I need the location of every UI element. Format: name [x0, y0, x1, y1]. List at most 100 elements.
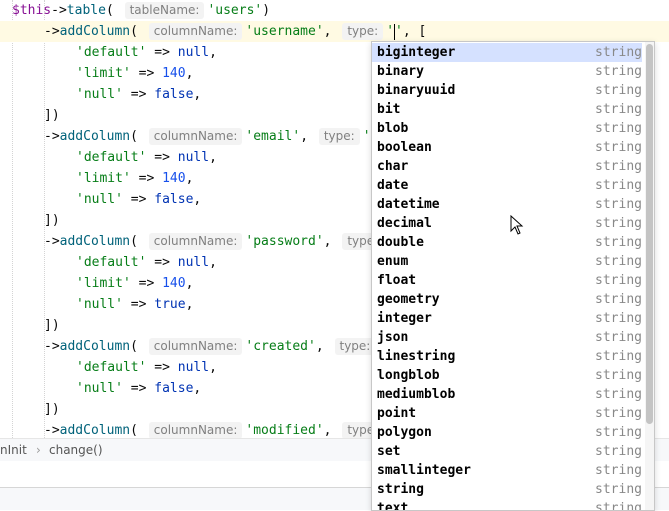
code-token: $this: [12, 3, 52, 18]
completion-item-type: string: [595, 463, 642, 478]
code-token: 140: [162, 66, 186, 81]
code-line[interactable]: ->addColumn( columnName:'username', type…: [0, 21, 669, 42]
code-token: table: [66, 3, 106, 18]
code-token: 'null': [76, 297, 123, 312]
code-token: =>: [130, 171, 163, 186]
completion-item[interactable]: decimal string: [372, 214, 642, 233]
parameter-hint: columnName:: [148, 128, 243, 145]
completion-item-type: string: [595, 444, 642, 459]
completion-item-name: biginteger: [377, 45, 456, 60]
code-token: ,: [209, 45, 217, 60]
completion-item-name: set: [377, 444, 401, 459]
completion-item-name: string: [377, 482, 424, 497]
code-line-content: 'null' => false,: [76, 84, 201, 105]
completion-item[interactable]: date string: [372, 176, 642, 195]
completion-item[interactable]: integer string: [372, 309, 642, 328]
completion-item[interactable]: polygon string: [372, 423, 642, 442]
completion-item-name: datetime: [377, 197, 440, 212]
completion-item-type: string: [595, 178, 642, 193]
code-token: ,: [193, 381, 202, 396]
completion-item-type: string: [595, 83, 642, 98]
breadcrumb-item-method[interactable]: change(): [49, 439, 103, 461]
code-token: true: [154, 297, 186, 312]
code-token: 'default': [76, 45, 147, 60]
code-token: 'username': [245, 24, 324, 39]
completion-item-name: json: [377, 330, 409, 345]
completion-scrollbar[interactable]: [645, 42, 654, 510]
code-token: ,: [185, 276, 194, 291]
completion-item-type: string: [595, 349, 642, 364]
completion-scroll-thumb[interactable]: [646, 44, 653, 424]
code-token: false: [154, 192, 194, 207]
code-token: ': [395, 24, 403, 39]
completion-item[interactable]: mediumblob string: [372, 385, 642, 404]
completion-item[interactable]: text string: [372, 499, 642, 511]
code-token: null: [177, 255, 210, 270]
arrow-cursor-icon: [510, 215, 524, 235]
completion-item[interactable]: linestring string: [372, 347, 642, 366]
completion-item-name: linestring: [377, 349, 456, 364]
completion-item-type: string: [595, 501, 642, 511]
completion-item[interactable]: bit string: [372, 100, 642, 119]
completion-item-name: binaryuuid: [377, 83, 456, 98]
code-line-content: 'limit' => 140,: [76, 63, 193, 84]
completion-item-type: string: [595, 121, 642, 136]
code-token: ,: [185, 171, 194, 186]
completion-item-name: point: [377, 406, 417, 421]
completion-item[interactable]: char string: [372, 157, 642, 176]
completion-item-name: bit: [377, 102, 401, 117]
completion-item-type: string: [595, 330, 642, 345]
completion-item[interactable]: binaryuuid string: [372, 81, 642, 100]
breadcrumb-item-class[interactable]: nInit: [0, 439, 27, 461]
completion-item-type: string: [595, 311, 642, 326]
completion-item-name: char: [377, 159, 409, 174]
parameter-hint: columnName:: [148, 233, 243, 250]
code-line-content: ->addColumn( columnName:'username', type…: [44, 21, 426, 42]
code-token: =>: [130, 66, 163, 81]
code-token: (: [130, 129, 146, 144]
completion-item-name: smallinteger: [377, 463, 471, 478]
completion-item[interactable]: geometry string: [372, 290, 642, 309]
code-token: ,: [193, 192, 202, 207]
completion-item-type: string: [595, 387, 642, 402]
code-token: 'default': [76, 150, 147, 165]
code-token: 'default': [76, 360, 147, 375]
code-token: =>: [122, 297, 155, 312]
completion-item[interactable]: binary string: [372, 62, 642, 81]
completion-item-type: string: [595, 254, 642, 269]
completion-item[interactable]: boolean string: [372, 138, 642, 157]
code-token: null: [177, 150, 210, 165]
completion-popup[interactable]: biginteger string binary string binaryuuid st…: [371, 41, 655, 511]
code-token: ,: [185, 297, 194, 312]
completion-item[interactable]: float string: [372, 271, 642, 290]
completion-item[interactable]: string string: [372, 480, 642, 499]
completion-item[interactable]: datetime string: [372, 195, 642, 214]
completion-item[interactable]: point string: [372, 404, 642, 423]
code-token: ,: [185, 66, 194, 81]
completion-item[interactable]: blob string: [372, 119, 642, 138]
completion-item[interactable]: set string: [372, 442, 642, 461]
completion-item-name: float: [377, 273, 417, 288]
code-token: 'limit': [76, 276, 131, 291]
completion-item-type: string: [595, 482, 642, 497]
completion-item-type: string: [595, 425, 642, 440]
completion-item-type: string: [595, 64, 642, 79]
completion-item[interactable]: enum string: [372, 252, 642, 271]
code-token: (: [130, 339, 146, 354]
code-line-content: 'default' => null,: [76, 42, 217, 63]
code-token: =>: [146, 45, 178, 60]
completion-item[interactable]: biginteger string: [372, 43, 642, 62]
completion-item[interactable]: double string: [372, 233, 642, 252]
code-token: ->: [44, 423, 60, 438]
code-token: ->: [44, 339, 60, 354]
completion-item-name: decimal: [377, 216, 432, 231]
completion-item[interactable]: smallinteger string: [372, 461, 642, 480]
completion-item[interactable]: longblob string: [372, 366, 642, 385]
code-token: false: [154, 381, 194, 396]
code-line-content: ->addColumn( columnName:'email', type:'s…: [44, 126, 386, 147]
completion-item-type: string: [595, 292, 642, 307]
completion-item[interactable]: json string: [372, 328, 642, 347]
code-token: 140: [162, 171, 186, 186]
completion-item-name: text: [377, 501, 409, 511]
parameter-hint: columnName:: [148, 23, 243, 40]
